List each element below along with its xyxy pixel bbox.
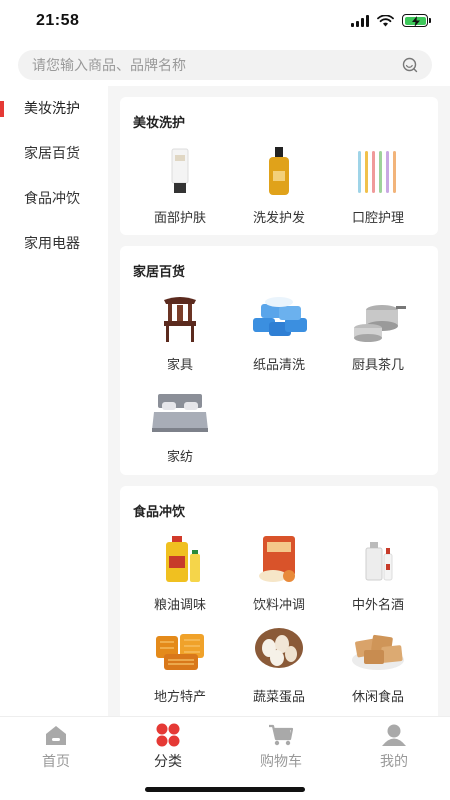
sidebar-item-food-drinks[interactable]: 食品冲饮 (0, 176, 108, 221)
category-label: 面部护肤 (153, 210, 206, 225)
bed-icon (150, 386, 210, 436)
category-label: 休闲食品 (351, 689, 404, 704)
category-label: 粮油调味 (153, 597, 206, 612)
tab-label: 购物车 (260, 753, 302, 769)
section-title: 食品冲饮 (133, 504, 186, 519)
toothbrush-icon (348, 147, 408, 197)
category-label: 家具 (166, 357, 193, 372)
category-item[interactable]: 休闲食品 (329, 626, 427, 705)
signal-icon (351, 14, 369, 27)
category-label: 地方特产 (153, 689, 206, 704)
eggs-icon (249, 626, 309, 676)
sidebar-item-home-goods[interactable]: 家居百货 (0, 131, 108, 176)
section-title: 家居百货 (133, 264, 186, 279)
liquor-icon (348, 534, 408, 584)
status-time: 21:58 (36, 12, 80, 29)
sidebar-item-label: 家用电器 (24, 235, 80, 251)
tab-home[interactable]: 首页 (0, 721, 112, 771)
category-label: 洗发护发 (252, 210, 305, 225)
tab-label: 我的 (380, 753, 408, 769)
category-item[interactable]: 家具 (131, 294, 229, 373)
status-bar: 21:58 (0, 0, 450, 46)
search-icon[interactable] (402, 57, 418, 73)
chair-icon (150, 294, 210, 344)
category-item[interactable]: 口腔护理 (329, 147, 427, 226)
category-item[interactable]: 厨具茶几 (329, 294, 427, 373)
crackers-icon (348, 626, 408, 676)
category-item[interactable]: 纸品清洗 (230, 294, 328, 373)
category-label: 纸品清洗 (252, 357, 305, 372)
category-item[interactable]: 洗发护发 (230, 147, 328, 226)
wifi-icon (377, 14, 394, 26)
tab-category[interactable]: 分类 (112, 721, 224, 771)
profile-icon (381, 723, 407, 747)
cookware-icon (348, 294, 408, 344)
category-item[interactable]: 饮料冲调 (230, 534, 328, 613)
category-label: 中外名酒 (351, 597, 404, 612)
search-bar[interactable] (18, 50, 432, 80)
section-card-home-goods: 家居百货 家具 纸品清洗 厨具茶几 家纺 (120, 246, 438, 475)
sidebar-item-label: 食品冲饮 (24, 190, 80, 206)
category-item[interactable]: 中外名酒 (329, 534, 427, 613)
category-label: 厨具茶几 (351, 357, 404, 372)
category-label: 家纺 (166, 449, 193, 464)
tissue-pack-icon (249, 294, 309, 344)
category-item[interactable]: 地方特产 (131, 626, 229, 705)
category-item[interactable]: 面部护肤 (131, 147, 229, 226)
tab-cart[interactable]: 购物车 (225, 721, 337, 771)
sidebar-item-beauty[interactable]: 美妆洗护 (0, 86, 108, 131)
section-card-food-drinks: 食品冲饮 粮油调味 饮料冲调 中外名酒 地方特产 蔬菜蛋品 休闲食品 (120, 486, 438, 716)
category-item[interactable]: 粮油调味 (131, 534, 229, 613)
section-title: 美妆洗护 (133, 115, 186, 130)
tab-label: 首页 (42, 753, 70, 769)
drink-pack-icon (249, 534, 309, 584)
home-indicator (145, 787, 305, 792)
cart-icon (268, 723, 294, 747)
bottom-tab-bar: 首页 分类 购物车 我的 (0, 716, 450, 800)
battery-icon (402, 14, 431, 27)
shampoo-bottle-icon (249, 147, 309, 197)
home-icon (43, 723, 69, 747)
category-item[interactable]: 家纺 (131, 386, 229, 465)
category-content: 美妆洗护 家居百货 食品冲饮 家用电器 美妆洗护 面部护肤 洗发护发 口腔护理 … (0, 86, 450, 716)
face-cream-icon (150, 147, 210, 197)
category-icon (155, 723, 181, 747)
sidebar-item-appliances[interactable]: 家用电器 (0, 221, 108, 266)
active-indicator (0, 101, 4, 117)
category-label: 口腔护理 (351, 210, 404, 225)
search-input[interactable] (32, 50, 392, 80)
category-label: 饮料冲调 (252, 597, 305, 612)
sidebar-item-label: 家居百货 (24, 145, 80, 161)
section-card-beauty: 美妆洗护 面部护肤 洗发护发 口腔护理 (120, 97, 438, 235)
tab-profile[interactable]: 我的 (338, 721, 450, 771)
category-label: 蔬菜蛋品 (252, 689, 305, 704)
honeycomb-icon (150, 626, 210, 676)
cooking-oil-icon (150, 534, 210, 584)
category-item[interactable]: 蔬菜蛋品 (230, 626, 328, 705)
category-panel: 美妆洗护 面部护肤 洗发护发 口腔护理 家居百货 家具 纸品清洗 厨具茶几 家纺… (108, 86, 450, 716)
status-icons (351, 14, 431, 27)
tab-label: 分类 (154, 753, 182, 769)
sidebar-item-label: 美妆洗护 (24, 100, 80, 116)
category-sidebar: 美妆洗护 家居百货 食品冲饮 家用电器 (0, 86, 108, 716)
